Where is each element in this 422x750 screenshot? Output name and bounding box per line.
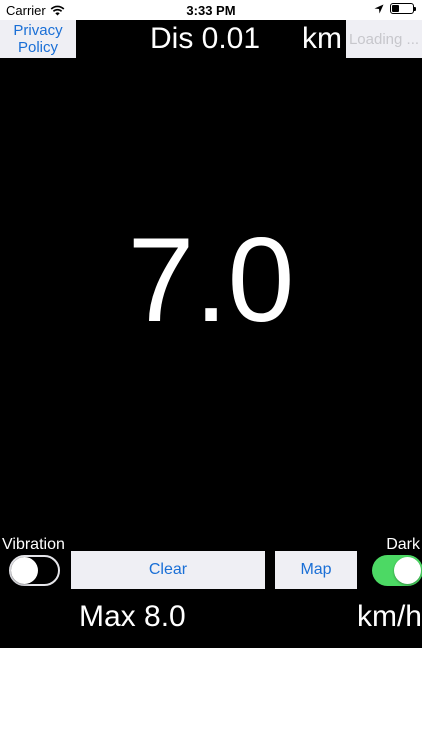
status-time: 3:33 PM bbox=[186, 3, 236, 18]
dark-mode-toggle-knob bbox=[394, 557, 421, 584]
dark-mode-toggle[interactable] bbox=[372, 555, 422, 586]
vibration-toggle[interactable] bbox=[9, 555, 60, 586]
dark-mode-label: Dark bbox=[386, 536, 420, 553]
speed-unit-label: km/h bbox=[356, 600, 422, 633]
battery-icon bbox=[390, 3, 416, 14]
distance-readout: Dis 0.01 bbox=[150, 22, 261, 55]
map-button[interactable]: Map bbox=[275, 551, 357, 589]
speedometer-screen: Privacy Policy Dis 0.01 km Loading ... 7… bbox=[0, 20, 422, 648]
location-arrow-icon bbox=[374, 4, 384, 13]
vibration-label: Vibration bbox=[2, 536, 65, 553]
clear-button[interactable]: Clear bbox=[71, 551, 265, 589]
max-speed-readout: Max 8.0 bbox=[79, 600, 186, 633]
privacy-policy-button[interactable]: Privacy Policy bbox=[0, 20, 76, 58]
battery-level-fill bbox=[392, 5, 399, 12]
status-right-group bbox=[374, 3, 416, 14]
distance-unit-label: km bbox=[302, 22, 342, 55]
vibration-toggle-knob bbox=[11, 557, 38, 584]
status-bar: Carrier 3:33 PM bbox=[0, 0, 422, 20]
current-speed-readout: 7.0 bbox=[127, 213, 295, 347]
loading-button[interactable]: Loading ... bbox=[346, 20, 422, 58]
